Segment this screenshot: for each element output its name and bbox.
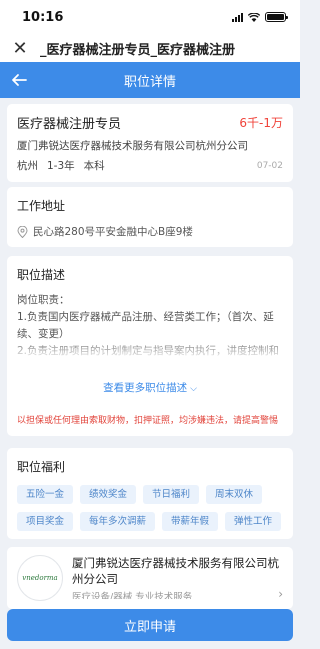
description-section-title: 职位描述	[17, 268, 66, 282]
fraud-warning: 以担保或任何理由索取财物，扣押证照，均涉嫌违法，请提高警惕	[17, 416, 279, 426]
signal-icon	[232, 12, 243, 22]
welfare-tag: 弹性工作	[225, 512, 282, 531]
job-summary-card: 医疗器械注册专员 6千-1万 厦门弗锐达医疗器械技术服务有限公司杭州分公司 杭州…	[7, 104, 293, 182]
welfare-tag: 五险一金	[17, 485, 74, 504]
location-pin-icon	[17, 225, 28, 238]
post-date: 07-02	[256, 160, 283, 171]
welfare-section-title: 职位福利	[17, 460, 66, 474]
welfare-tag: 每年多次调薪	[80, 512, 156, 531]
salary: 6千-1万	[239, 116, 283, 130]
close-icon[interactable]: ✕	[0, 38, 40, 59]
job-meta: 杭州 1-3年 本科	[17, 158, 114, 173]
status-bar: 10:16	[0, 0, 300, 34]
arrow-left-icon[interactable]	[10, 71, 28, 89]
view-more-label: 查看更多职位描述	[103, 382, 188, 394]
title-bar: ✕ _医疗器械注册专员_医疗器械注册	[0, 34, 300, 62]
work-address-card[interactable]: 工作地址 民心路280号平安金融中心B座9楼	[7, 187, 293, 247]
company-card[interactable]: vnedorma 厦门弗锐达医疗器械技术服务有限公司杭州分公司 医疗设备/器械 …	[7, 547, 293, 609]
job-education: 本科	[83, 160, 105, 172]
welfare-tag: 周末双休	[206, 485, 263, 504]
welfare-tag: 带薪年假	[162, 512, 219, 531]
company-name: 厦门弗锐达医疗器械技术服务有限公司杭州分公司	[72, 556, 279, 586]
view-more-description-link[interactable]: 查看更多职位描述 ⌵	[17, 380, 283, 395]
job-title: 医疗器械注册专员	[17, 117, 122, 132]
chevron-down-icon: ⌵	[190, 384, 197, 394]
nav-title: 职位详情	[123, 74, 176, 90]
job-description-card: 职位描述 岗位职责： 1.负责国内医疗器械产品注册、经营类工作；（首次、延续、变…	[7, 256, 293, 436]
job-city: 杭州	[17, 160, 38, 172]
welfare-tag: 节日福利	[143, 485, 200, 504]
company-logo-text: vnedorma	[22, 574, 58, 582]
description-body: 岗位职责： 1.负责国内医疗器械产品注册、经营类工作；（首次、延续、变更） 2.…	[17, 292, 283, 360]
welfare-tags: 五险一金 绩效奖金 节日福利 周末双休 项目奖金 每年多次调薪 带薪年假 弹性工…	[17, 485, 283, 531]
company-logo: vnedorma	[17, 555, 63, 601]
wifi-icon	[248, 12, 260, 22]
battery-icon	[265, 12, 288, 22]
description-line: 2.负责注册项目的计划制定与指导案内执行，讲度控制和风	[17, 345, 280, 357]
job-experience: 1-3年	[47, 160, 75, 172]
job-welfare-card: 职位福利 五险一金 绩效奖金 节日福利 周末双休 项目奖金 每年多次调薪 带薪年…	[7, 448, 293, 539]
company-description: 医疗设备/器械 专业技术服务	[72, 592, 193, 599]
job-company[interactable]: 厦门弗锐达医疗器械技术服务有限公司杭州分公司	[17, 138, 283, 153]
address-text: 民心路280号平安金融中心B座9楼	[33, 226, 193, 238]
nav-bar: 职位详情	[0, 62, 300, 98]
description-line: 岗位职责：	[17, 294, 70, 306]
welfare-tag: 项目奖金	[17, 512, 74, 531]
page-title: _医疗器械注册专员_医疗器械注册	[40, 42, 236, 58]
status-icons	[232, 12, 288, 22]
chevron-right-icon: ›	[278, 587, 283, 601]
description-line: 1.负责国内医疗器械产品注册、经营类工作；（首次、延续、变更）	[17, 311, 274, 340]
status-time: 10:16	[22, 9, 64, 25]
address-section-title: 工作地址	[17, 199, 66, 213]
apply-button[interactable]: 立即申请	[7, 609, 293, 641]
welfare-tag: 绩效奖金	[80, 485, 137, 504]
